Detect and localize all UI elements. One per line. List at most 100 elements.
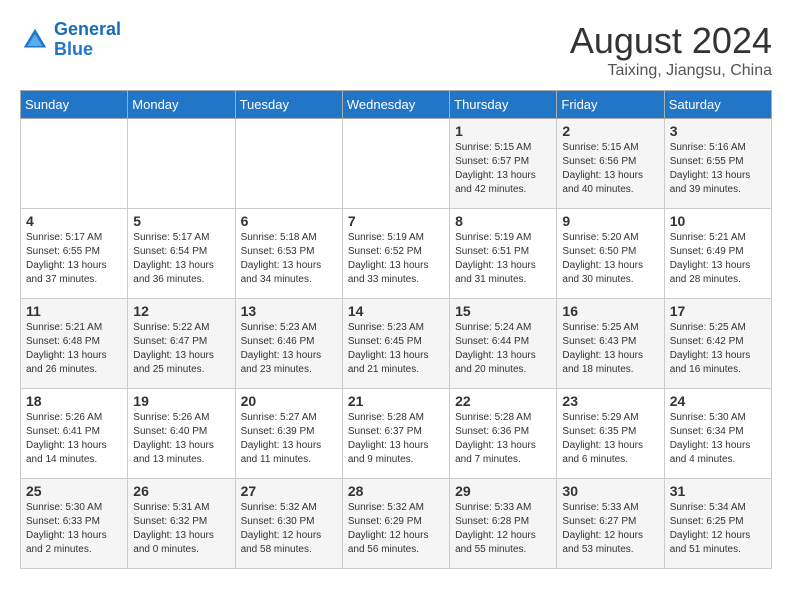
day-info: Sunrise: 5:25 AM Sunset: 6:43 PM Dayligh… — [562, 321, 658, 377]
calendar-cell: 19 Sunrise: 5:26 AM Sunset: 6:40 PM Dayli… — [128, 389, 235, 479]
logo-line1: General — [54, 19, 121, 39]
day-number: 24 — [670, 393, 766, 409]
day-number: 7 — [348, 213, 444, 229]
logo-line2: Blue — [54, 40, 121, 60]
day-info: Sunrise: 5:26 AM Sunset: 6:41 PM Dayligh… — [26, 411, 122, 467]
day-info: Sunrise: 5:18 AM Sunset: 6:53 PM Dayligh… — [241, 231, 337, 287]
calendar-cell: 14 Sunrise: 5:23 AM Sunset: 6:45 PM Dayli… — [342, 299, 449, 389]
calendar-cell: 15 Sunrise: 5:24 AM Sunset: 6:44 PM Dayli… — [450, 299, 557, 389]
day-info: Sunrise: 5:28 AM Sunset: 6:37 PM Dayligh… — [348, 411, 444, 467]
calendar-table: SundayMondayTuesdayWednesdayThursdayFrid… — [20, 90, 772, 569]
day-info: Sunrise: 5:31 AM Sunset: 6:32 PM Dayligh… — [133, 501, 229, 557]
day-number: 12 — [133, 303, 229, 319]
calendar-cell: 23Sunrise: 5:29 AM Sunset: 6:35 PM Dayli… — [557, 389, 664, 479]
day-of-week-header: Thursday — [450, 91, 557, 119]
calendar-cell: 3Sunrise: 5:16 AM Sunset: 6:55 PM Daylig… — [664, 119, 771, 209]
day-number: 14 — [348, 303, 444, 319]
logo-icon — [20, 25, 50, 55]
day-info: Sunrise: 5:21 AM Sunset: 6:48 PM Dayligh… — [26, 321, 122, 377]
page-header: General Blue August 2024 Taixing, Jiangs… — [20, 20, 772, 80]
day-number: 25 — [26, 483, 122, 499]
day-number: 10 — [670, 213, 766, 229]
day-info: Sunrise: 5:30 AM Sunset: 6:34 PM Dayligh… — [670, 411, 766, 467]
calendar-week-row: 18 Sunrise: 5:26 AM Sunset: 6:41 PM Dayli… — [21, 389, 772, 479]
calendar-week-row: 4Sunrise: 5:17 AM Sunset: 6:55 PM Daylig… — [21, 209, 772, 299]
day-info: Sunrise: 5:25 AM Sunset: 6:42 PM Dayligh… — [670, 321, 766, 377]
day-number: 15 — [455, 303, 551, 319]
calendar-week-row: 1 Sunrise: 5:15 AM Sunset: 6:57 PM Daylig… — [21, 119, 772, 209]
calendar-week-row: 25 Sunrise: 5:30 AM Sunset: 6:33 PM Dayli… — [21, 479, 772, 569]
day-number: 19 — [133, 393, 229, 409]
main-title: August 2024 — [570, 20, 772, 62]
day-number: 31 — [670, 483, 766, 499]
day-number: 9 — [562, 213, 658, 229]
day-of-week-header: Friday — [557, 91, 664, 119]
day-number: 13 — [241, 303, 337, 319]
day-number: 22 — [455, 393, 551, 409]
calendar-cell: 16 Sunrise: 5:25 AM Sunset: 6:43 PM Dayli… — [557, 299, 664, 389]
calendar-cell: 11 Sunrise: 5:21 AM Sunset: 6:48 PM Dayli… — [21, 299, 128, 389]
calendar-cell: 22 Sunrise: 5:28 AM Sunset: 6:36 PM Dayli… — [450, 389, 557, 479]
calendar-header-row: SundayMondayTuesdayWednesdayThursdayFrid… — [21, 91, 772, 119]
day-info: Sunrise: 5:30 AM Sunset: 6:33 PM Dayligh… — [26, 501, 122, 557]
calendar-cell — [128, 119, 235, 209]
day-info: Sunrise: 5:15 AM Sunset: 6:56 PM Dayligh… — [562, 141, 658, 197]
calendar-cell — [342, 119, 449, 209]
day-number: 1 — [455, 123, 551, 139]
day-of-week-header: Wednesday — [342, 91, 449, 119]
day-number: 30 — [562, 483, 658, 499]
calendar-cell: 7 Sunrise: 5:19 AM Sunset: 6:52 PM Daylig… — [342, 209, 449, 299]
day-info: Sunrise: 5:33 AM Sunset: 6:27 PM Dayligh… — [562, 501, 658, 557]
day-info: Sunrise: 5:20 AM Sunset: 6:50 PM Dayligh… — [562, 231, 658, 287]
day-number: 5 — [133, 213, 229, 229]
day-info: Sunrise: 5:28 AM Sunset: 6:36 PM Dayligh… — [455, 411, 551, 467]
calendar-body: 1 Sunrise: 5:15 AM Sunset: 6:57 PM Daylig… — [21, 119, 772, 569]
calendar-cell: 31 Sunrise: 5:34 AM Sunset: 6:25 PM Dayli… — [664, 479, 771, 569]
day-info: Sunrise: 5:26 AM Sunset: 6:40 PM Dayligh… — [133, 411, 229, 467]
logo-text: General Blue — [54, 20, 121, 60]
calendar-cell: 13 Sunrise: 5:23 AM Sunset: 6:46 PM Dayli… — [235, 299, 342, 389]
calendar-cell: 29Sunrise: 5:33 AM Sunset: 6:28 PM Dayli… — [450, 479, 557, 569]
day-info: Sunrise: 5:15 AM Sunset: 6:57 PM Dayligh… — [455, 141, 551, 197]
calendar-cell: 8Sunrise: 5:19 AM Sunset: 6:51 PM Daylig… — [450, 209, 557, 299]
day-info: Sunrise: 5:24 AM Sunset: 6:44 PM Dayligh… — [455, 321, 551, 377]
day-number: 21 — [348, 393, 444, 409]
day-number: 6 — [241, 213, 337, 229]
day-info: Sunrise: 5:21 AM Sunset: 6:49 PM Dayligh… — [670, 231, 766, 287]
calendar-cell: 30 Sunrise: 5:33 AM Sunset: 6:27 PM Dayli… — [557, 479, 664, 569]
calendar-cell: 17 Sunrise: 5:25 AM Sunset: 6:42 PM Dayli… — [664, 299, 771, 389]
day-info: Sunrise: 5:32 AM Sunset: 6:30 PM Dayligh… — [241, 501, 337, 557]
calendar-cell: 24 Sunrise: 5:30 AM Sunset: 6:34 PM Dayli… — [664, 389, 771, 479]
day-of-week-header: Saturday — [664, 91, 771, 119]
calendar-cell — [235, 119, 342, 209]
day-number: 4 — [26, 213, 122, 229]
calendar-cell: 21 Sunrise: 5:28 AM Sunset: 6:37 PM Dayli… — [342, 389, 449, 479]
day-number: 16 — [562, 303, 658, 319]
calendar-cell: 10 Sunrise: 5:21 AM Sunset: 6:49 PM Dayli… — [664, 209, 771, 299]
day-number: 18 — [26, 393, 122, 409]
logo: General Blue — [20, 20, 121, 60]
day-number: 26 — [133, 483, 229, 499]
calendar-cell: 25 Sunrise: 5:30 AM Sunset: 6:33 PM Dayli… — [21, 479, 128, 569]
calendar-cell: 28Sunrise: 5:32 AM Sunset: 6:29 PM Dayli… — [342, 479, 449, 569]
calendar-cell: 5 Sunrise: 5:17 AM Sunset: 6:54 PM Daylig… — [128, 209, 235, 299]
title-block: August 2024 Taixing, Jiangsu, China — [570, 20, 772, 80]
day-info: Sunrise: 5:23 AM Sunset: 6:46 PM Dayligh… — [241, 321, 337, 377]
day-of-week-header: Sunday — [21, 91, 128, 119]
calendar-cell: 12Sunrise: 5:22 AM Sunset: 6:47 PM Dayli… — [128, 299, 235, 389]
day-info: Sunrise: 5:23 AM Sunset: 6:45 PM Dayligh… — [348, 321, 444, 377]
day-info: Sunrise: 5:17 AM Sunset: 6:54 PM Dayligh… — [133, 231, 229, 287]
calendar-cell: 26 Sunrise: 5:31 AM Sunset: 6:32 PM Dayli… — [128, 479, 235, 569]
subtitle: Taixing, Jiangsu, China — [570, 62, 772, 80]
day-of-week-header: Tuesday — [235, 91, 342, 119]
day-info: Sunrise: 5:34 AM Sunset: 6:25 PM Dayligh… — [670, 501, 766, 557]
calendar-week-row: 11 Sunrise: 5:21 AM Sunset: 6:48 PM Dayli… — [21, 299, 772, 389]
day-info: Sunrise: 5:19 AM Sunset: 6:51 PM Dayligh… — [455, 231, 551, 287]
calendar-cell: 20Sunrise: 5:27 AM Sunset: 6:39 PM Dayli… — [235, 389, 342, 479]
calendar-cell: 6 Sunrise: 5:18 AM Sunset: 6:53 PM Daylig… — [235, 209, 342, 299]
day-number: 11 — [26, 303, 122, 319]
day-number: 28 — [348, 483, 444, 499]
day-info: Sunrise: 5:19 AM Sunset: 6:52 PM Dayligh… — [348, 231, 444, 287]
day-number: 29 — [455, 483, 551, 499]
day-number: 17 — [670, 303, 766, 319]
